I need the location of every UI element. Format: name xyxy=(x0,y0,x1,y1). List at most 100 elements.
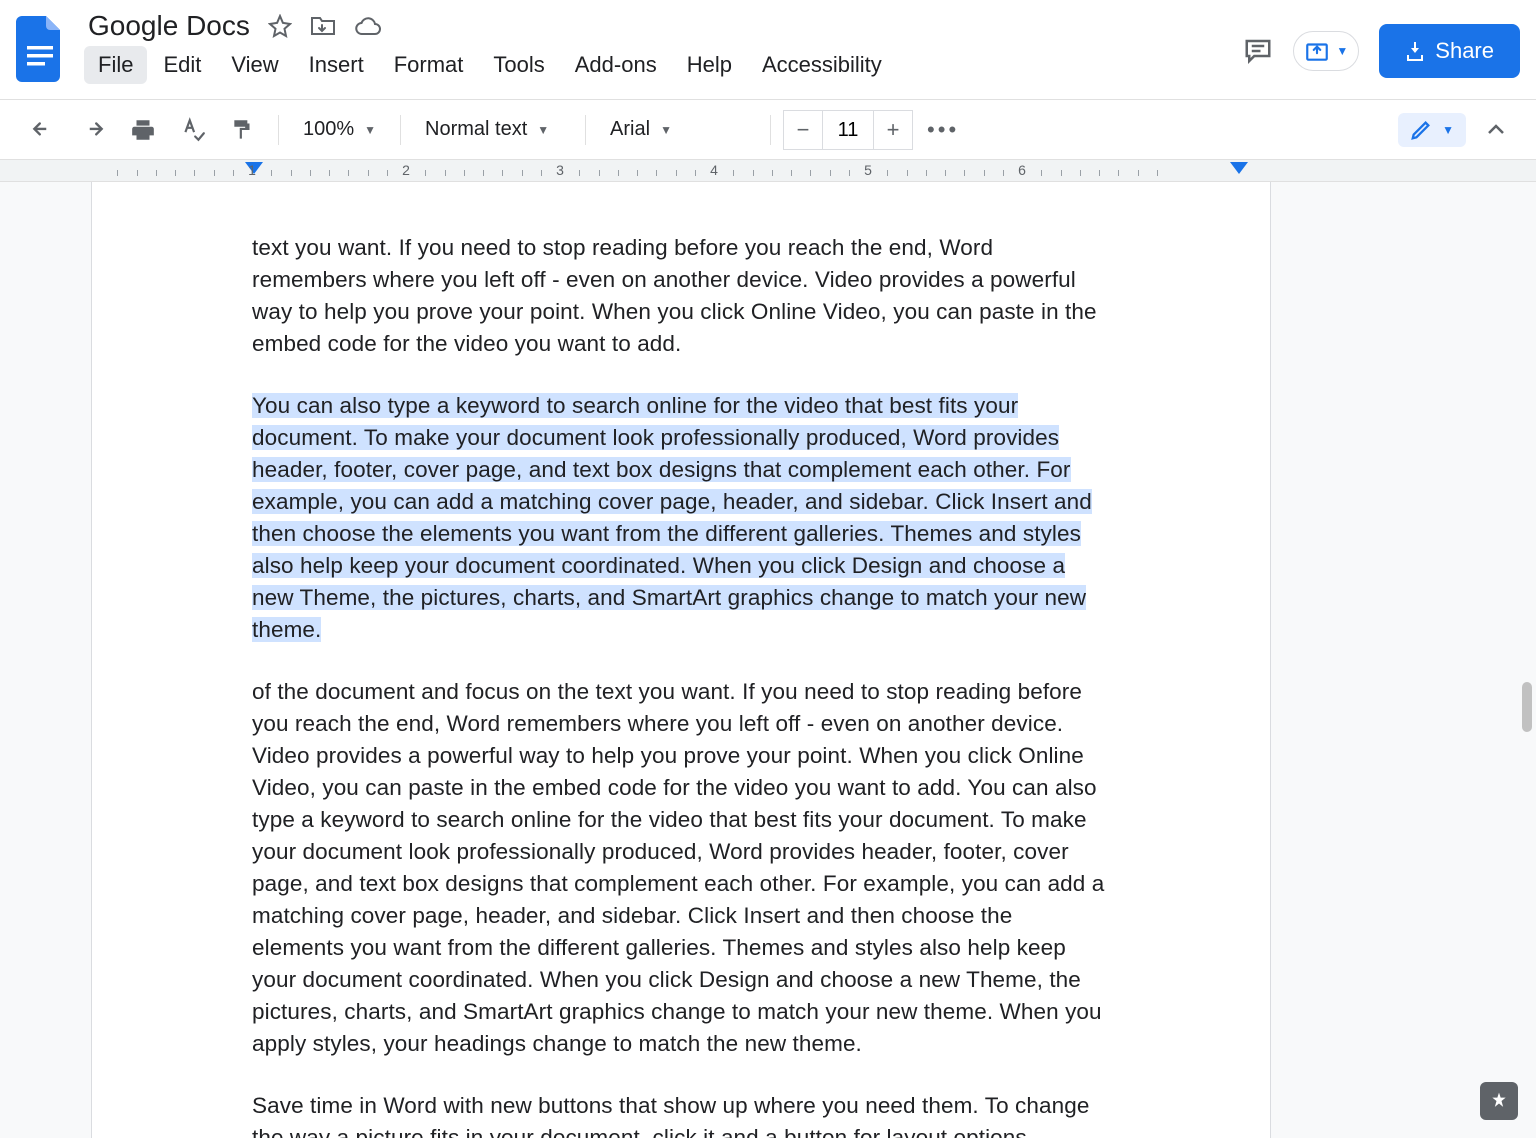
more-tools-button[interactable]: ••• xyxy=(917,109,969,151)
menu-file[interactable]: File xyxy=(84,46,147,84)
ruler-tick xyxy=(753,170,754,176)
ruler-number: 3 xyxy=(556,162,564,178)
ruler-tick xyxy=(137,170,138,176)
font-size-increase[interactable]: + xyxy=(874,111,912,149)
paragraph-style-select[interactable]: Normal text▼ xyxy=(413,112,573,147)
ruler-tick xyxy=(618,170,619,176)
ruler-number: 4 xyxy=(710,162,718,178)
font-select[interactable]: Arial▼ xyxy=(598,112,758,147)
editing-mode-button[interactable]: ▼ xyxy=(1398,113,1466,147)
menu-edit[interactable]: Edit xyxy=(149,46,215,84)
font-size-decrease[interactable]: − xyxy=(784,111,822,149)
ruler-tick xyxy=(733,170,734,176)
ruler-tick xyxy=(464,170,465,176)
toolbar-right: ▼ xyxy=(1398,113,1516,147)
ruler[interactable]: 123456 xyxy=(0,160,1536,182)
ruler-tick xyxy=(1041,170,1042,176)
ruler-tick xyxy=(849,170,850,176)
page[interactable]: text you want. If you need to stop readi… xyxy=(92,182,1270,1138)
scrollbar-thumb[interactable] xyxy=(1522,682,1532,732)
paragraph[interactable]: Save time in Word with new buttons that … xyxy=(252,1090,1110,1138)
ruler-tick xyxy=(329,170,330,176)
toolbar: 100%▼ Normal text▼ Arial▼ − 11 + ••• ▼ xyxy=(0,100,1536,160)
ruler-tick xyxy=(637,170,638,176)
document-title[interactable]: Google Docs xyxy=(88,10,250,42)
ruler-tick xyxy=(984,170,985,176)
menu-addons[interactable]: Add-ons xyxy=(561,46,671,84)
spellcheck-button[interactable] xyxy=(170,109,216,151)
ruler-number: 6 xyxy=(1018,162,1026,178)
separator xyxy=(770,115,771,145)
paint-format-button[interactable] xyxy=(220,109,266,151)
separator xyxy=(400,115,401,145)
ruler-number: 1 xyxy=(248,162,256,178)
ruler-tick xyxy=(791,170,792,176)
right-indent-marker[interactable] xyxy=(1230,162,1248,174)
print-button[interactable] xyxy=(120,110,166,150)
ruler-tick xyxy=(194,170,195,176)
ruler-tick xyxy=(233,170,234,176)
ruler-tick xyxy=(1003,170,1004,176)
header-right: ▼ Share xyxy=(1243,24,1520,78)
chevron-down-icon: ▼ xyxy=(364,123,376,137)
move-icon[interactable] xyxy=(310,15,336,37)
ruler-tick xyxy=(964,170,965,176)
menu-bar: File Edit View Insert Format Tools Add-o… xyxy=(84,46,1243,84)
font-size-input[interactable]: 11 xyxy=(822,111,874,149)
ruler-tick xyxy=(271,170,272,176)
ruler-tick xyxy=(502,170,503,176)
chevron-down-icon: ▼ xyxy=(1442,123,1454,137)
ruler-tick xyxy=(830,170,831,176)
separator xyxy=(585,115,586,145)
paragraph[interactable]: of the document and focus on the text yo… xyxy=(252,676,1110,1060)
ruler-tick xyxy=(676,170,677,176)
menu-help[interactable]: Help xyxy=(673,46,746,84)
ruler-tick xyxy=(1118,170,1119,176)
docs-logo-icon[interactable] xyxy=(16,16,64,82)
ruler-tick xyxy=(907,170,908,176)
ruler-tick xyxy=(599,170,600,176)
document-area: text you want. If you need to stop readi… xyxy=(0,182,1536,1138)
ruler-tick xyxy=(425,170,426,176)
font-size-group: − 11 + xyxy=(783,110,913,150)
paragraph-selected[interactable]: You can also type a keyword to search on… xyxy=(252,390,1110,646)
explore-button[interactable] xyxy=(1480,1082,1518,1120)
ruler-tick xyxy=(445,170,446,176)
ruler-tick xyxy=(1099,170,1100,176)
paragraph[interactable]: text you want. If you need to stop readi… xyxy=(252,232,1110,360)
ruler-tick xyxy=(522,170,523,176)
menu-accessibility[interactable]: Accessibility xyxy=(748,46,896,84)
share-label: Share xyxy=(1435,38,1494,64)
undo-button[interactable] xyxy=(20,111,66,149)
comments-icon[interactable] xyxy=(1243,36,1273,66)
ruler-tick xyxy=(368,170,369,176)
ruler-tick xyxy=(348,170,349,176)
ruler-tick xyxy=(1138,170,1139,176)
ruler-tick xyxy=(945,170,946,176)
selected-text[interactable]: You can also type a keyword to search on… xyxy=(252,393,1092,642)
menu-format[interactable]: Format xyxy=(380,46,478,84)
ruler-tick xyxy=(387,170,388,176)
cloud-status-icon[interactable] xyxy=(354,16,382,36)
star-icon[interactable] xyxy=(268,14,292,38)
chevron-down-icon: ▼ xyxy=(660,123,672,137)
separator xyxy=(278,115,279,145)
chevron-down-icon: ▼ xyxy=(537,123,549,137)
menu-insert[interactable]: Insert xyxy=(295,46,378,84)
menu-view[interactable]: View xyxy=(217,46,292,84)
header: Google Docs File Edit View Insert Format… xyxy=(0,0,1536,100)
ruler-tick xyxy=(656,170,657,176)
share-button[interactable]: Share xyxy=(1379,24,1520,78)
present-button[interactable]: ▼ xyxy=(1293,31,1359,71)
ruler-tick xyxy=(175,170,176,176)
redo-button[interactable] xyxy=(70,111,116,149)
ruler-tick xyxy=(117,170,118,176)
collapse-toolbar-button[interactable] xyxy=(1476,115,1516,145)
ruler-tick xyxy=(579,170,580,176)
ruler-tick xyxy=(1080,170,1081,176)
menu-tools[interactable]: Tools xyxy=(479,46,558,84)
ruler-tick xyxy=(483,170,484,176)
ruler-tick xyxy=(310,170,311,176)
ruler-tick xyxy=(1061,170,1062,176)
zoom-select[interactable]: 100%▼ xyxy=(291,112,388,147)
